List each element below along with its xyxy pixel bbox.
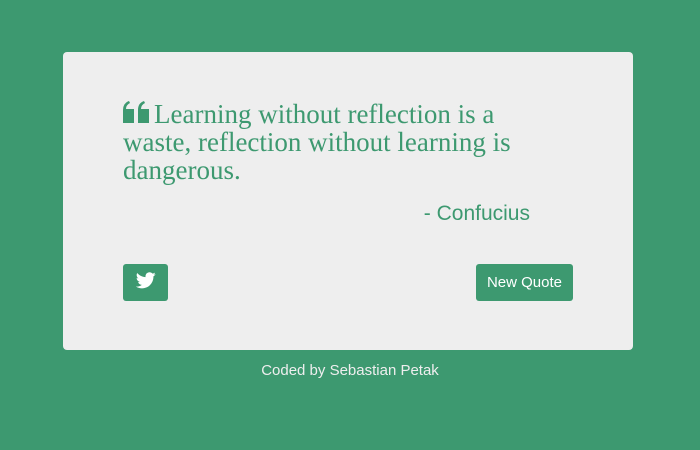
quote-text-block: Learning without reflection is a waste, … xyxy=(123,100,543,184)
new-quote-button[interactable]: New Quote xyxy=(476,264,573,301)
quote-box: Learning without reflection is a waste, … xyxy=(63,52,633,350)
tweet-button[interactable] xyxy=(123,264,168,301)
twitter-icon xyxy=(135,271,156,294)
quote-left-icon xyxy=(123,100,150,123)
quote-author: - Confucius xyxy=(423,202,530,225)
quote-text: Learning without reflection is a waste, … xyxy=(123,99,511,185)
footer-credit: Coded by Sebastian Petak xyxy=(261,362,439,379)
